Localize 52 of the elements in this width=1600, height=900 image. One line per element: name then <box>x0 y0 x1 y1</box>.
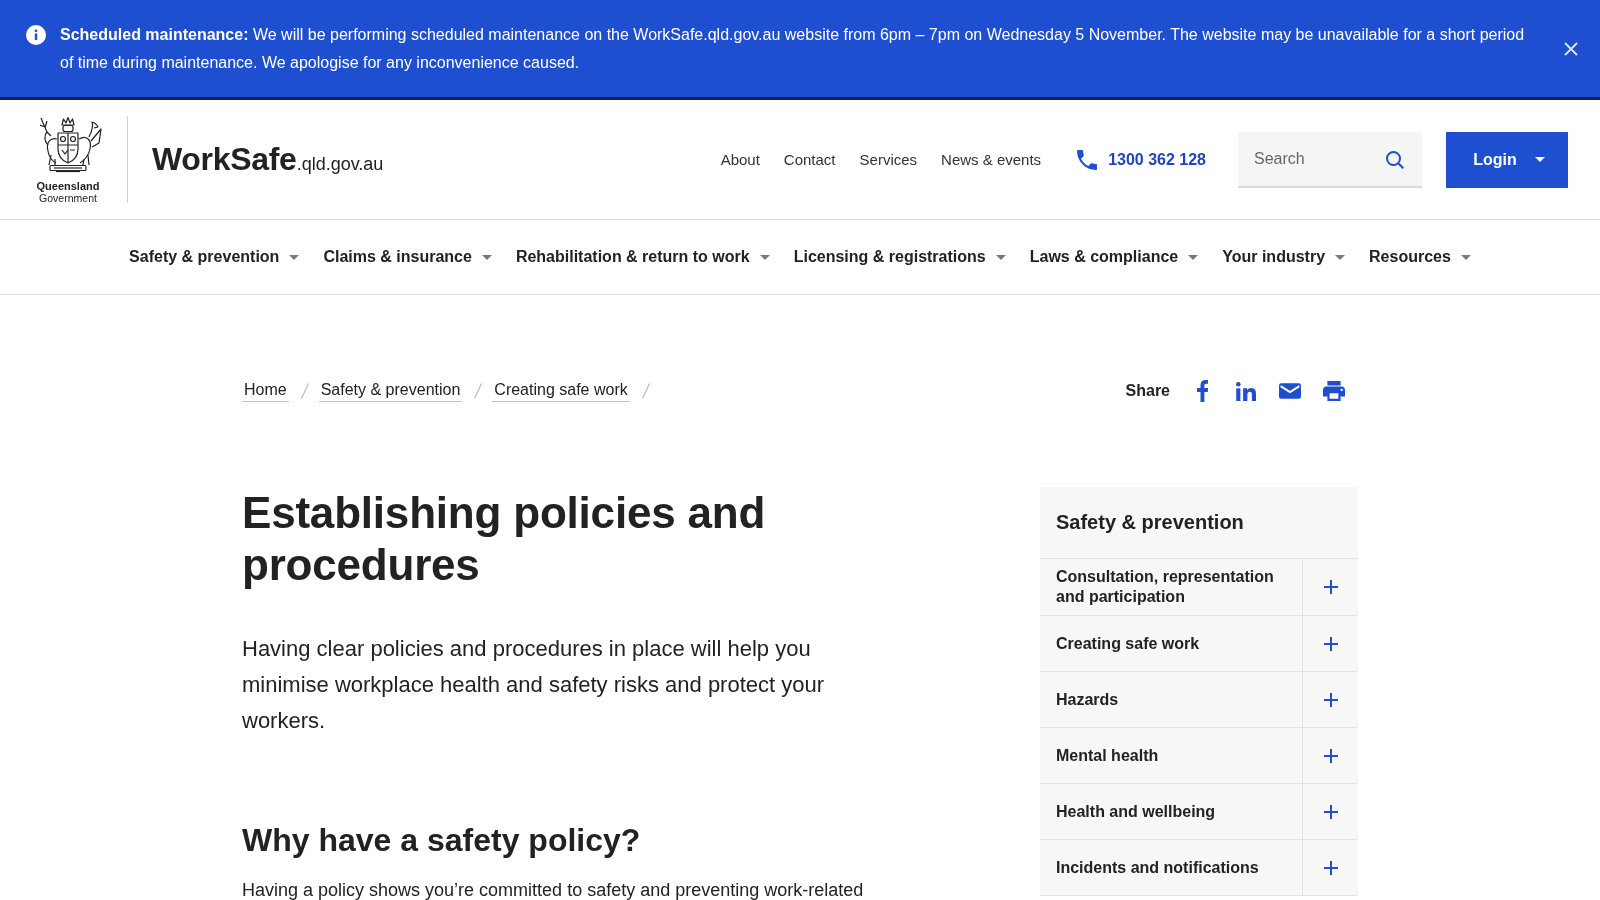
close-icon[interactable] <box>1564 42 1578 56</box>
share-label: Share <box>1125 382 1170 400</box>
nav-menu-button[interactable]: Laws & compliance <box>1029 244 1199 270</box>
lead-paragraph: Having clear policies and procedures in place will help you minimise workplace health and safety risks and protect your workers. <box>242 635 826 735</box>
caret-icon <box>481 254 492 260</box>
utility-link[interactable]: Services <box>859 151 918 168</box>
separator-icon <box>474 383 483 399</box>
phone-link[interactable]: 1300 362 128 <box>1108 150 1206 169</box>
caret-icon <box>1534 157 1545 162</box>
nav-menu-button[interactable]: Safety & prevention <box>129 244 300 270</box>
separator-icon <box>641 383 650 399</box>
sidebar-link[interactable]: Health and wellbeing <box>1040 784 1302 839</box>
sidebar-link[interactable]: Consultation, representation and participation <box>1040 559 1302 615</box>
utility-link[interactable]: News & events <box>941 151 1042 168</box>
alert-message: Scheduled maintenance: We will be performing scheduled maintenance on the WorkSafe.qld.gov.au website from 6pm – 7pm on Wednesday 5 November. The website may be unavailable for a short period of time during maintenance. We apologise for any inconvenience caused. <box>60 25 1526 73</box>
info-icon <box>26 25 46 45</box>
search-field[interactable]: Search <box>1238 131 1422 188</box>
caret-icon <box>759 254 770 260</box>
sidebar-title: Safety & prevention <box>1055 510 1245 535</box>
utility-link[interactable]: Contact <box>783 151 836 168</box>
nav-menu-button[interactable]: Your industry <box>1222 244 1346 270</box>
print-icon[interactable] <box>1323 381 1345 401</box>
phone-icon <box>1077 149 1098 170</box>
caret-icon <box>1460 254 1471 260</box>
facebook-icon[interactable] <box>1196 380 1208 402</box>
search-icon[interactable] <box>1386 150 1404 169</box>
separator-icon <box>300 383 309 399</box>
breadcrumb-link[interactable]: Safety & prevention <box>318 380 463 402</box>
body-paragraph: Having a policy shows you’re committed to safety and preventing work-related <box>242 880 865 900</box>
breadcrumb-link[interactable]: Home <box>242 380 289 402</box>
sidebar-link[interactable]: Hazards <box>1040 672 1302 727</box>
section-heading: Why have a safety policy? <box>242 821 642 860</box>
caret-icon <box>1188 254 1199 260</box>
logo-text: Queensland <box>36 180 100 192</box>
page-title: Establishing policies and procedures <box>242 487 767 591</box>
sidebar-link[interactable]: Incidents and notifications <box>1040 840 1302 895</box>
caret-icon <box>289 254 300 260</box>
breadcrumb-link[interactable]: Creating safe work <box>492 380 630 402</box>
nav-menu-button[interactable]: Licensing & registrations <box>793 244 1006 270</box>
utility-link[interactable]: About <box>720 151 760 168</box>
nav-menu-button[interactable]: Rehabilitation & return to work <box>515 244 770 270</box>
caret-icon <box>995 254 1006 260</box>
email-icon[interactable] <box>1279 383 1301 399</box>
nav-menu-button[interactable]: Resources <box>1369 244 1471 270</box>
caret-icon <box>1335 254 1346 260</box>
site-name[interactable]: WorkSafe.qld.gov.au <box>152 141 384 178</box>
sidebar-link[interactable]: Mental health <box>1040 728 1302 783</box>
nav-menu-button[interactable]: Claims & insurance <box>323 244 492 270</box>
linkedin-icon[interactable] <box>1236 381 1256 401</box>
sidebar-link[interactable]: Creating safe work <box>1040 616 1302 671</box>
logo-text: Government <box>39 192 97 204</box>
login-button[interactable]: Login <box>1446 131 1568 188</box>
